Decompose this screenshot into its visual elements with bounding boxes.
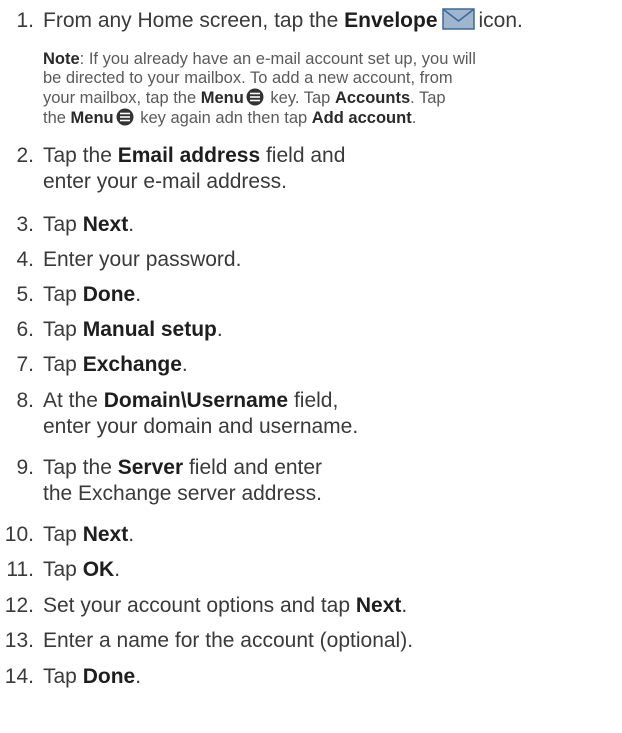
step-number: 7. — [16, 353, 34, 376]
bold-term: Menu — [70, 109, 114, 127]
step-number: 12. — [4, 594, 34, 617]
bold-term: Server — [117, 456, 184, 479]
step-number: 14. — [4, 665, 34, 688]
step-text: Tap the Email address field and enter you… — [43, 143, 345, 195]
menu-icon — [116, 108, 134, 126]
envelope-icon — [441, 8, 475, 30]
bold-term: Next — [355, 594, 402, 617]
bold-term: Manual setup — [82, 318, 217, 341]
step-text: Enter your password. — [43, 247, 241, 273]
text-run: . — [181, 353, 188, 376]
text-run: At the — [43, 389, 104, 412]
bold-term: Add account — [311, 109, 412, 127]
step-number: 10. — [4, 523, 34, 546]
text-run: the — [43, 109, 71, 127]
bold-term: Next — [82, 213, 129, 236]
step-text: Tap OK. — [43, 557, 120, 583]
text-run: field, — [288, 389, 339, 412]
step-number: 3. — [16, 213, 34, 236]
text-run: : If you already have an e-mail account … — [79, 50, 476, 68]
bold-term: Done — [82, 283, 136, 306]
step-text-line: Tap the Email address field and — [43, 143, 345, 169]
step-number: 11. — [6, 558, 34, 581]
text-run: Tap — [43, 665, 83, 688]
step-text: Tap Manual setup. — [43, 317, 223, 343]
note-line: Note: If you already have an e-mail acco… — [43, 50, 603, 69]
note-line: the Menu key again adn then tap Add acco… — [43, 108, 603, 128]
step-number: 9. — [16, 456, 34, 479]
bold-term: Domain\Username — [103, 389, 289, 412]
text-run: enter your e-mail address. — [43, 170, 287, 193]
step-text-line: enter your e-mail address. — [43, 169, 345, 195]
bold-term: Menu — [200, 89, 244, 107]
text-run: . — [216, 318, 223, 341]
step-number: 4. — [16, 248, 34, 271]
text-run: the Exchange server address. — [43, 482, 322, 505]
text-run: Tap — [43, 213, 83, 236]
text-run: . — [114, 558, 121, 581]
text-run: enter your domain and username. — [43, 415, 359, 438]
text-run: Enter a name for the account (optional). — [43, 629, 414, 652]
note-line: be directed to your mailbox. To add a ne… — [43, 69, 603, 88]
step-number: 8. — [16, 389, 34, 412]
text-run: . — [128, 213, 135, 236]
text-run: field and — [260, 144, 346, 167]
note-block: Note: If you already have an e-mail acco… — [43, 50, 603, 128]
text-run: . — [128, 523, 135, 546]
bold-term: Note — [43, 50, 80, 68]
bold-term: OK — [82, 558, 115, 581]
text-run: Tap the — [43, 456, 118, 479]
text-run: Tap — [43, 558, 83, 581]
text-run: your mailbox, tap the — [43, 89, 201, 107]
step-text: Tap the Server field and enter the Exchan… — [43, 455, 322, 507]
text-run: field and enter — [183, 456, 323, 479]
text-run: Tap — [43, 523, 83, 546]
text-run: Enter your password. — [43, 248, 242, 271]
text-run: icon. — [478, 9, 523, 32]
text-run: . — [135, 283, 142, 306]
bold-term: Next — [82, 523, 129, 546]
text-run: Tap — [43, 353, 83, 376]
step-text: Enter a name for the account (optional). — [43, 628, 413, 654]
step-text: Tap Done. — [43, 664, 141, 690]
text-run: . Tap — [410, 89, 446, 107]
text-run: Tap — [43, 318, 83, 341]
step-text: From any Home screen, tap the Envelope ic… — [43, 8, 523, 34]
text-run: . — [135, 665, 142, 688]
step-text-line: enter your domain and username. — [43, 414, 358, 440]
step-text: At the Domain\Username field, enter your … — [43, 388, 358, 440]
step-number: 1. — [16, 9, 34, 32]
step-number: 2. — [16, 144, 34, 167]
step-text-line: the Exchange server address. — [43, 481, 322, 507]
text-run: key. Tap — [265, 89, 335, 107]
text-run: Tap — [43, 283, 83, 306]
bold-term: Accounts — [334, 89, 411, 107]
bold-term: Email address — [117, 144, 261, 167]
step-number: 5. — [16, 283, 34, 306]
bold-term: Envelope — [344, 9, 438, 32]
step-text: Set your account options and tap Next. — [43, 593, 407, 619]
step-text: Tap Next. — [43, 212, 134, 238]
bold-term: Done — [82, 665, 136, 688]
step-number: 13. — [4, 629, 34, 652]
bold-term: Exchange — [82, 353, 182, 376]
text-run: Tap the — [43, 144, 118, 167]
text-run: be directed to your mailbox. To add a ne… — [43, 69, 453, 87]
text-run: Set your account options and tap — [43, 594, 356, 617]
text-run: From any Home screen, tap the — [43, 9, 345, 32]
menu-icon — [246, 88, 264, 106]
step-text-line: At the Domain\Username field, — [43, 388, 358, 414]
text-run: . — [411, 109, 417, 127]
text-run: . — [401, 594, 408, 617]
step-number: 6. — [16, 318, 34, 341]
note-line: your mailbox, tap the Menu key. Tap Acco… — [43, 88, 603, 108]
text-run: key again adn then tap — [135, 109, 312, 127]
step-text: Tap Exchange. — [43, 352, 188, 378]
step-text: Tap Done. — [43, 282, 141, 308]
step-text-line: Tap the Server field and enter — [43, 455, 322, 481]
step-text: Tap Next. — [43, 522, 134, 548]
